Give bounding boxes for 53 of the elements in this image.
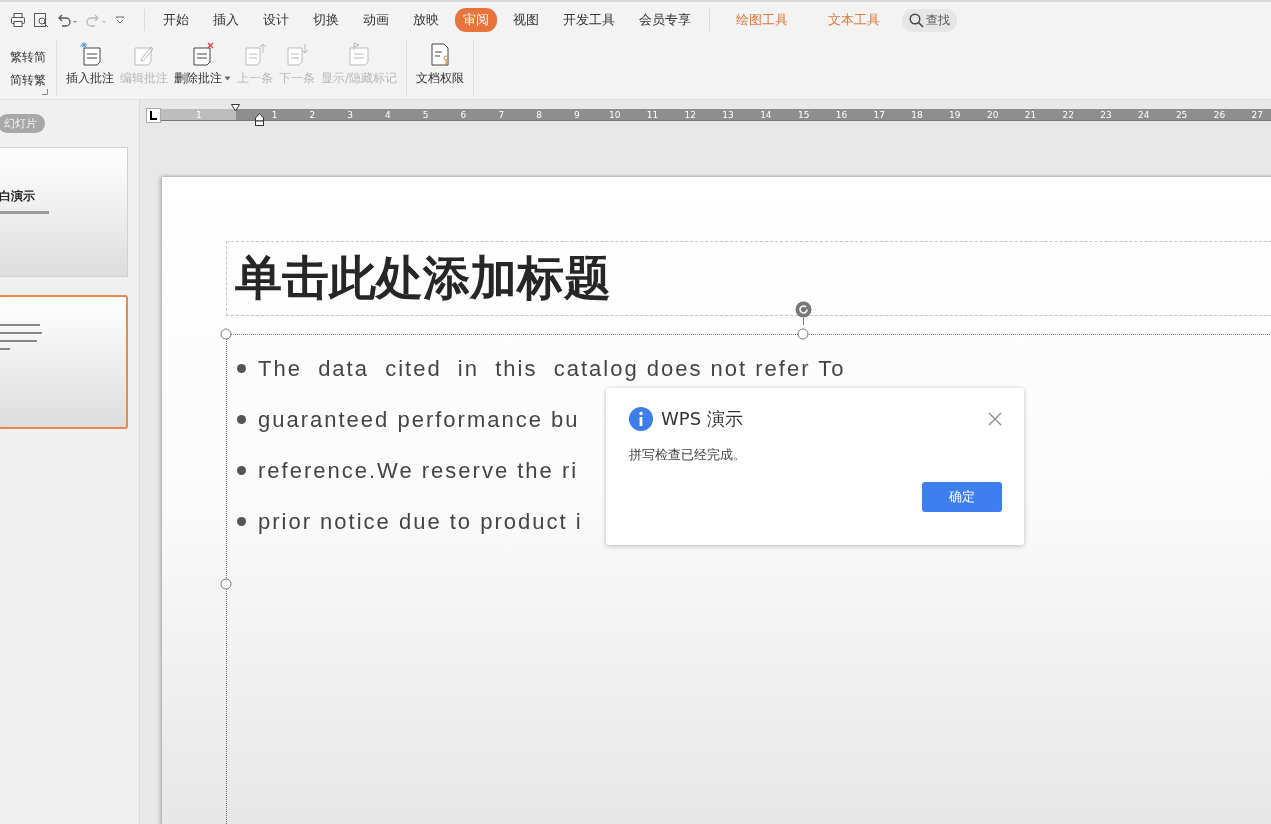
ribbon-button[interactable]: 插入批注 — [63, 38, 117, 99]
resize-handle-icon[interactable] — [220, 578, 232, 590]
first-indent-marker-icon[interactable] — [231, 104, 240, 112]
thumbnail-text-lines — [0, 324, 42, 350]
bullet-icon — [237, 466, 246, 475]
dialog-launcher-icon[interactable] — [42, 89, 48, 95]
dialog-message: 拼写检查已经完成。 — [629, 446, 747, 464]
slide-thumbnail[interactable]: 白演示 — [0, 147, 128, 277]
convert-button[interactable]: 繁转简 — [10, 48, 50, 66]
resize-handle-icon[interactable] — [797, 328, 809, 340]
bullet-icon — [237, 364, 246, 373]
menu-tab[interactable]: 开始 — [151, 8, 201, 32]
rotate-handle-icon[interactable] — [794, 301, 813, 325]
comment-up-icon — [243, 42, 267, 66]
close-icon[interactable] — [988, 412, 1002, 426]
print-icon[interactable] — [10, 12, 26, 28]
comment-down-icon — [285, 42, 309, 66]
tab-stop-icon[interactable] — [146, 107, 161, 123]
menu-tab[interactable]: 切换 — [301, 8, 351, 32]
left-indent-marker-icon[interactable] — [255, 113, 264, 126]
undo-icon[interactable] — [56, 12, 78, 28]
menu-tab[interactable]: 放映 — [401, 8, 451, 32]
menu-tab[interactable]: 会员专享 — [627, 8, 703, 32]
ok-button[interactable]: 确定 — [922, 482, 1002, 512]
ribbon-button[interactable]: 文档权限 — [413, 38, 468, 99]
bullet-text: The data cited in this catalog does not refer To — [258, 355, 846, 382]
bullet-icon — [237, 415, 246, 424]
print-preview-icon[interactable] — [33, 12, 49, 28]
panel-label: 幻灯片 — [0, 114, 45, 133]
caret-icon — [224, 76, 231, 81]
comment-flag-icon — [347, 42, 371, 66]
convert-button[interactable]: 简转繁 — [10, 71, 50, 89]
resize-handle-icon[interactable] — [220, 328, 232, 340]
menu-tab[interactable]: 插入 — [201, 8, 251, 32]
bullet-text: reference.We reserve the ri — [258, 457, 579, 484]
comment-delete-icon — [190, 42, 215, 66]
thumbnail-subtitle-line — [0, 211, 49, 214]
dialog-title: WPS 演示 — [661, 407, 744, 431]
bullet-text: guaranteed performance bu — [258, 406, 580, 433]
slide-title: 单击此处添加标题 — [235, 249, 611, 307]
menu-tab[interactable]: 动画 — [351, 8, 401, 32]
menu-tab[interactable]: 开发工具 — [551, 8, 627, 32]
bullet-icon — [237, 517, 246, 526]
search-button[interactable]: 查找 — [902, 8, 957, 32]
ribbon-button[interactable]: 删除批注 — [171, 38, 234, 99]
comment-add-icon — [78, 42, 102, 66]
menu-tab[interactable]: 视图 — [501, 8, 551, 32]
search-icon — [909, 12, 924, 28]
bullet-text: prior notice due to product i — [258, 508, 583, 535]
menu-tab[interactable]: 设计 — [251, 8, 301, 32]
info-icon — [629, 407, 653, 431]
slide-thumbnail[interactable] — [0, 295, 128, 429]
thumbnail-title: 白演示 — [0, 188, 36, 205]
